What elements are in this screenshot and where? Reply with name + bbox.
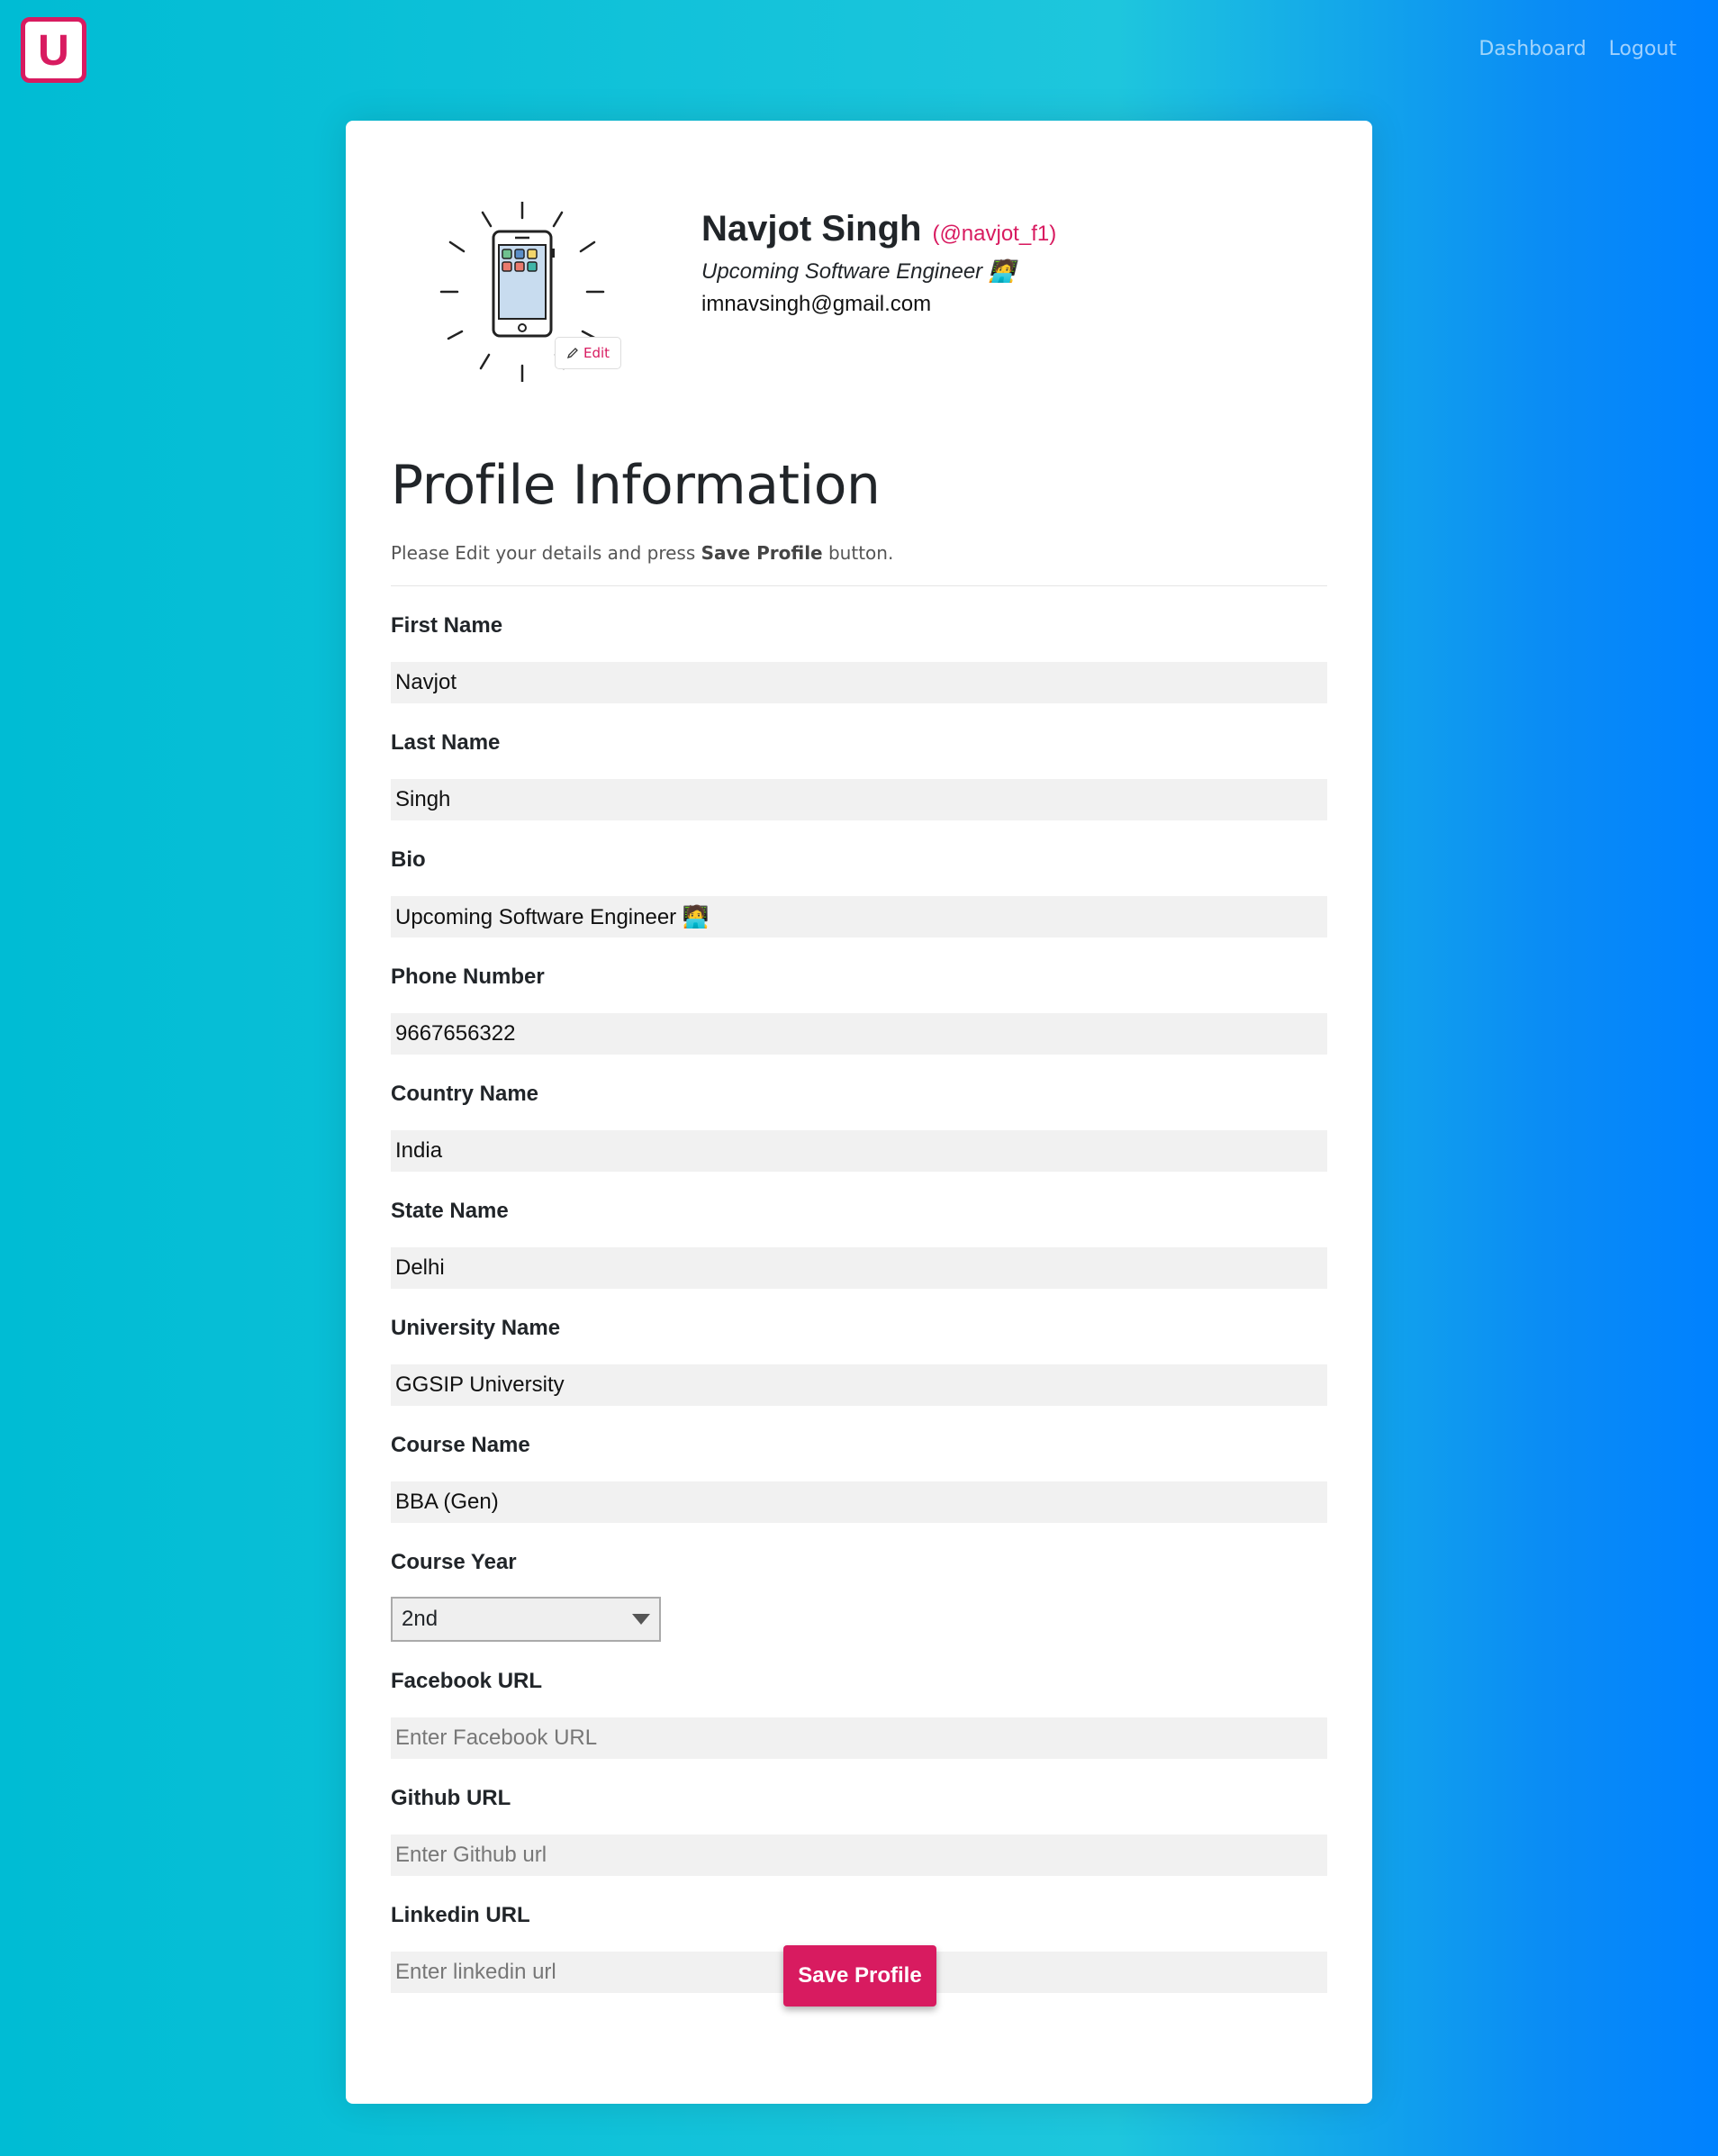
country-input[interactable]: India <box>391 1130 1327 1172</box>
profile-form: Profile Information Please Edit your det… <box>391 454 1327 1993</box>
chevron-down-icon <box>632 1614 650 1625</box>
field-label: Facebook URL <box>391 1669 543 1693</box>
top-nav: Dashboard Logout <box>1478 38 1677 60</box>
field-label: Last Name <box>391 730 501 755</box>
app-logo[interactable]: U <box>21 17 86 83</box>
field-last-name: Last Name Singh <box>391 730 1327 820</box>
profile-bio: Upcoming Software Engineer 🧑‍💻 <box>701 259 1016 284</box>
nav-dashboard-link[interactable]: Dashboard <box>1478 38 1586 60</box>
first-name-input[interactable]: Navjot <box>391 662 1327 703</box>
field-label: Github URL <box>391 1786 511 1810</box>
phone-input[interactable]: 9667656322 <box>391 1013 1327 1055</box>
field-facebook: Facebook URL <box>391 1669 1327 1759</box>
last-name-input[interactable]: Singh <box>391 779 1327 820</box>
profile-name: Navjot Singh <box>701 209 922 249</box>
form-subtitle: Please Edit your details and press Save … <box>391 542 894 564</box>
state-input[interactable]: Delhi <box>391 1247 1327 1289</box>
field-country: Country Name India <box>391 1082 1327 1172</box>
course-year-select[interactable]: 2nd <box>391 1597 661 1642</box>
facebook-url-input[interactable] <box>391 1717 1327 1759</box>
form-divider <box>391 585 1327 586</box>
logo-letter: U <box>38 26 69 75</box>
field-course: Course Name BBA (Gen) <box>391 1433 1327 1523</box>
field-course-year: Course Year 2nd <box>391 1550 1327 1642</box>
github-url-input[interactable] <box>391 1834 1327 1876</box>
profile-card: Edit Navjot Singh (@navjot_f1) Upcoming … <box>346 121 1372 2104</box>
field-label: Bio <box>391 847 426 872</box>
bio-input[interactable]: Upcoming Software Engineer 🧑‍💻 <box>391 896 1327 938</box>
profile-handle: (@navjot_f1) <box>932 222 1057 246</box>
field-github: Github URL <box>391 1786 1327 1876</box>
field-label: University Name <box>391 1316 561 1340</box>
field-label: Course Name <box>391 1433 530 1457</box>
form-title: Profile Information <box>391 454 881 517</box>
course-input[interactable]: BBA (Gen) <box>391 1481 1327 1523</box>
edit-avatar-button[interactable]: Edit <box>555 337 621 369</box>
field-phone: Phone Number 9667656322 <box>391 965 1327 1055</box>
field-university: University Name GGSIP University <box>391 1316 1327 1406</box>
field-bio: Bio Upcoming Software Engineer 🧑‍💻 <box>391 847 1327 938</box>
profile-email: imnavsingh@gmail.com <box>701 292 932 316</box>
edit-label: Edit <box>583 345 610 361</box>
field-label: State Name <box>391 1199 509 1223</box>
field-label: Country Name <box>391 1082 539 1106</box>
profile-summary: Navjot Singh (@navjot_f1) Upcoming Softw… <box>701 209 1056 317</box>
field-state: State Name Delhi <box>391 1199 1327 1289</box>
field-label: Linkedin URL <box>391 1903 530 1927</box>
nav-logout-link[interactable]: Logout <box>1609 38 1677 60</box>
university-input[interactable]: GGSIP University <box>391 1364 1327 1406</box>
pencil-icon <box>566 348 578 359</box>
field-first-name: First Name Navjot <box>391 613 1327 703</box>
field-label: First Name <box>391 613 503 638</box>
field-label: Course Year <box>391 1550 517 1574</box>
field-label: Phone Number <box>391 965 545 989</box>
save-profile-button[interactable]: Save Profile <box>783 1945 936 2007</box>
course-year-value: 2nd <box>402 1607 439 1631</box>
